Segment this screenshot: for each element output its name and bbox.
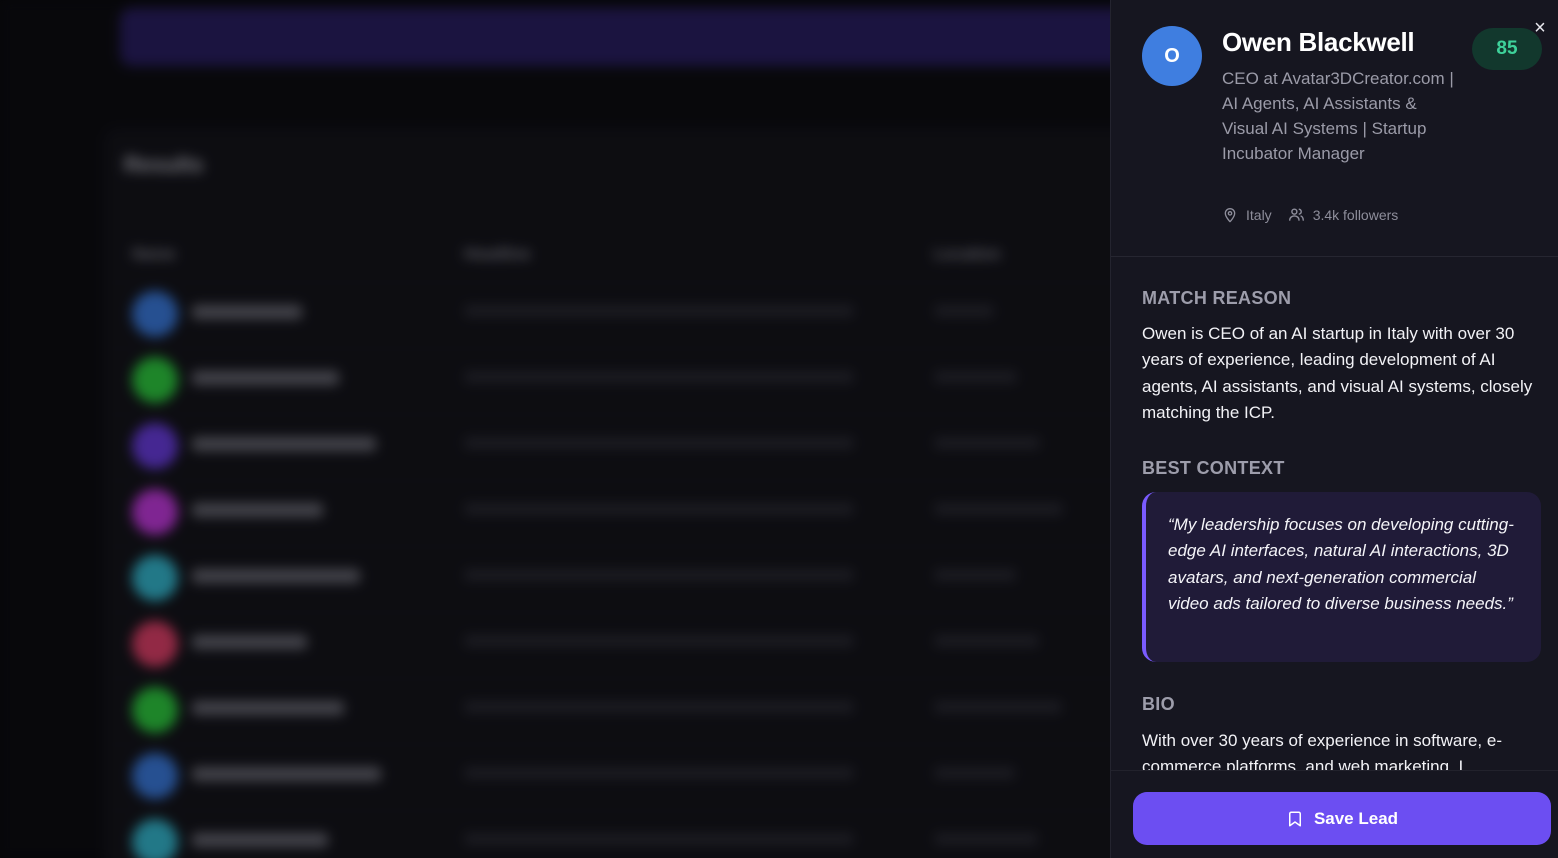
app-root: Results Name Headline Location × O Owen …	[0, 0, 1558, 858]
users-icon	[1288, 208, 1304, 221]
profile-location: Italy	[1246, 206, 1272, 223]
best-context-title: BEST CONTEXT	[1142, 458, 1285, 478]
profile-headline: CEO at Avatar3DCreator.com | AI Agents, …	[1222, 69, 1454, 163]
header-divider	[1111, 256, 1558, 257]
bio-scroll-area[interactable]: With over 30 years of experience in soft…	[1142, 728, 1547, 770]
bio-text: With over 30 years of experience in soft…	[1142, 731, 1502, 770]
bookmark-icon	[1288, 811, 1301, 826]
best-context-quote: “My leadership focuses on developing cut…	[1168, 515, 1514, 614]
avatar: O	[1142, 26, 1202, 86]
lead-detail-panel: × O Owen Blackwell CEO at Avatar3DCreato…	[1110, 0, 1558, 858]
save-lead-label: Save Lead	[1313, 808, 1399, 828]
avatar-initial: O	[1164, 44, 1180, 67]
map-pin-icon	[1224, 207, 1236, 222]
match-score-badge: 85	[1472, 28, 1542, 70]
bio-title: BIO	[1142, 694, 1175, 714]
match-reason-title: MATCH REASON	[1142, 288, 1292, 308]
save-lead-button[interactable]: Save Lead	[1133, 792, 1551, 845]
profile-name: Owen Blackwell	[1222, 27, 1415, 57]
profile-followers: 3.4k followers	[1312, 206, 1399, 223]
profile-meta: Italy 3.4k followers	[1222, 206, 1398, 223]
match-reason-text: Owen is CEO of an AI startup in Italy wi…	[1142, 324, 1533, 423]
match-score-value: 85	[1496, 38, 1518, 59]
modal-overlay[interactable]	[0, 0, 1110, 858]
panel-footer: Save Lead	[1111, 770, 1558, 858]
best-context-quote-box: “My leadership focuses on developing cut…	[1142, 492, 1541, 662]
